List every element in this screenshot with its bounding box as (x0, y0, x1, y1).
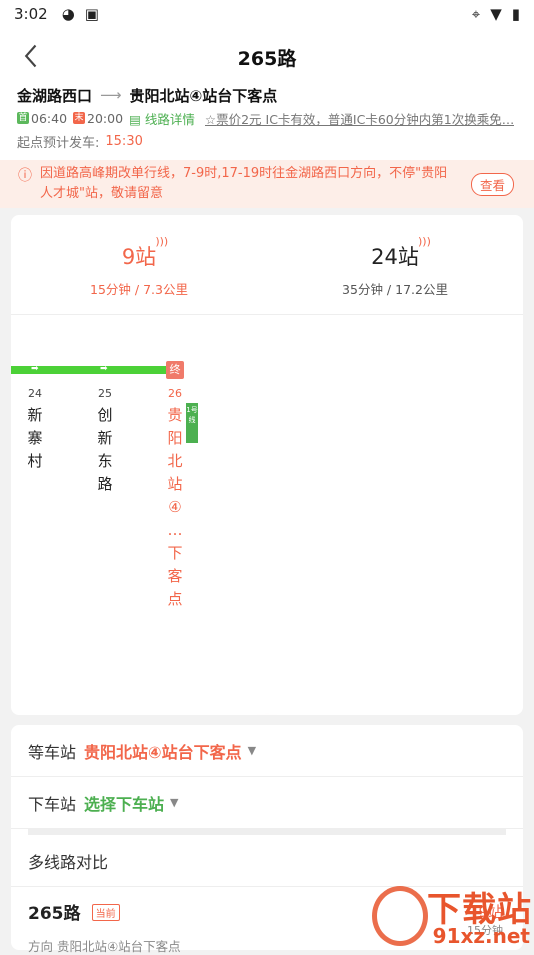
stop-item[interactable]: 24 新 寨 村 (24, 387, 46, 473)
stop-strip: ➡ ➡ 终 24 新 寨 村 25 创 新 东 路 26 贵 阳 北 站 ④ …… (11, 315, 523, 715)
realtime-icon: ))) (418, 235, 431, 248)
route-detail-label: 线路详情 (145, 112, 195, 127)
terminal-badge: 终 (166, 361, 184, 379)
warning-icon: ⓘ (18, 165, 32, 185)
stat-count: 24站 (371, 245, 419, 269)
wait-station-label: 等车站 (28, 739, 76, 763)
first-bus-time: 06:40 (31, 111, 67, 126)
page-title: 265路 (0, 44, 534, 71)
departure-time: 15:30 (105, 134, 142, 149)
track-arrow-icon: ➡ (100, 364, 108, 374)
bus-name: 265路 (28, 899, 81, 924)
notice-view-button[interactable]: 查看 (471, 173, 514, 196)
dropdown-icon: ▼ (248, 744, 256, 757)
getoff-station-value: 选择下车站 (84, 791, 164, 815)
bus-meta: 15分钟 (467, 922, 503, 938)
realtime-icon: ))) (155, 235, 168, 248)
dropdown-icon: ▼ (170, 796, 178, 809)
stop-name: 贵 阳 北 站 ④ … 下 客 点 (164, 404, 186, 611)
stop-number: 24 (24, 387, 46, 400)
status-time: 3:02 (14, 5, 48, 23)
route-endpoints: 金湖路西口 ⟶ 贵阳北站④站台下客点 (17, 84, 517, 106)
notification-icon: ▣ (85, 5, 99, 23)
wifi-icon: ▼ (490, 5, 502, 23)
metro-line-tag: 1号线 (186, 403, 198, 443)
stop-name: 创 新 东 路 (94, 404, 116, 496)
current-badge: 当前 (92, 904, 120, 921)
stop-item-current[interactable]: 26 贵 阳 北 站 ④ … 下 客 点 (164, 387, 186, 611)
bus-row[interactable]: 265路 当前 方向 贵阳北站④站台下客点 9站 15分钟 (11, 887, 523, 955)
wait-station-row[interactable]: 等车站 贵阳北站④站台下客点 ▼ (11, 725, 523, 777)
fare-text: 票价2元 IC卡有效，普通IC卡60分钟内第1次换乘免… (216, 112, 514, 127)
notice-text: 因道路高峰期改单行线，7-9时,17-19时往金湖路西口方向，不停"贵阳人才城"… (40, 164, 460, 204)
stat-full-route[interactable]: 24站))) 35分钟 / 17.2公里 (267, 215, 523, 314)
battery-icon: ▮ (512, 5, 520, 23)
route-arrow-icon: ⟶ (100, 86, 122, 104)
nav-bar: 265路 (0, 28, 534, 84)
route-schedule: 首 06:40 末 20:00 ▤ 线路详情 ☆票价2元 IC卡有效，普通IC卡… (17, 106, 517, 130)
departure-label: 起点预计发车: (17, 132, 99, 151)
bus-direction: 方向 贵阳北站④站台下客点 (28, 936, 506, 955)
stat-meta: 15分钟 / 7.3公里 (11, 279, 267, 298)
compare-routes-label: 多线路对比 (28, 849, 108, 873)
stat-meta: 35分钟 / 17.2公里 (267, 279, 523, 298)
route-info: 金湖路西口 ⟶ 贵阳北站④站台下客点 首 06:40 末 20:00 ▤ 线路详… (0, 84, 534, 160)
fare-info-link[interactable]: ☆票价2元 IC卡有效，普通IC卡60分钟内第1次换乘免… (205, 109, 514, 128)
location-icon: ⌖ (472, 5, 480, 23)
bus-eta: 9站 15分钟 (467, 901, 503, 938)
compare-routes-row[interactable]: 多线路对比 (11, 835, 523, 887)
stop-number: 25 (94, 387, 116, 400)
notice-banner: ⓘ 因道路高峰期改单行线，7-9时,17-19时往金湖路西口方向，不停"贵阳人才… (0, 160, 534, 208)
departure-info: 起点预计发车: 15:30 (17, 130, 517, 152)
first-bus-badge: 首 (17, 112, 29, 124)
stat-count: 9站 (122, 245, 156, 269)
stop-number: 26 (164, 387, 186, 400)
route-from: 金湖路西口 (17, 85, 92, 106)
route-detail-link[interactable]: ▤ 线路详情 (129, 109, 195, 128)
getoff-station-label: 下车站 (28, 791, 76, 815)
route-to: 贵阳北站④站台下客点 (130, 85, 278, 106)
stats-row: 9站))) 15分钟 / 7.3公里 24站))) 35分钟 / 17.2公里 (11, 215, 523, 315)
getoff-station-row[interactable]: 下车站 选择下车站 ▼ (11, 777, 523, 829)
stop-name: 新 寨 村 (24, 404, 46, 473)
status-bar: 3:02 ◕ ▣ ⌖ ▼ ▮ (0, 0, 534, 28)
last-bus-time: 20:00 (87, 111, 123, 126)
trip-settings-card: 等车站 贵阳北站④站台下客点 ▼ 下车站 选择下车站 ▼ 多线路对比 265路 … (11, 725, 523, 950)
bus-stations: 9站 (467, 901, 503, 922)
track-arrow-icon: ➡ (31, 364, 39, 374)
route-card: 9站))) 15分钟 / 7.3公里 24站))) 35分钟 / 17.2公里 … (11, 215, 523, 715)
app-icon: ◕ (62, 5, 75, 23)
last-bus-badge: 末 (73, 112, 85, 124)
stop-item[interactable]: 25 创 新 东 路 (94, 387, 116, 496)
stat-to-destination[interactable]: 9站))) 15分钟 / 7.3公里 (11, 215, 267, 314)
wait-station-value: 贵阳北站④站台下客点 (84, 739, 242, 763)
